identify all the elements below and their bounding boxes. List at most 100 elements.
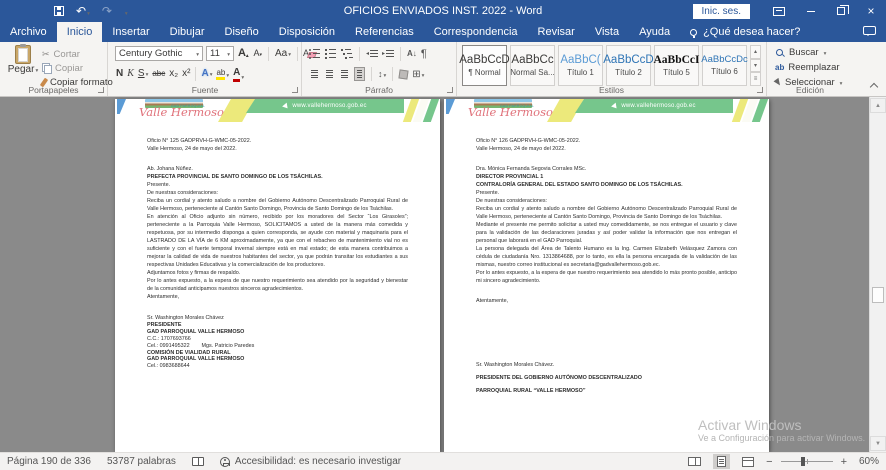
date-line: Valle Hermoso, 24 de mayo del 2022. bbox=[476, 145, 737, 153]
style-titulo-2[interactable]: AaBbCcDTítulo 2 bbox=[606, 45, 651, 86]
styles-scroll-up-icon[interactable]: ▴ bbox=[750, 45, 761, 59]
chevron-down-icon bbox=[145, 69, 149, 79]
font-name-combobox[interactable]: Century Gothic bbox=[115, 46, 203, 61]
tab-insertar[interactable]: Insertar bbox=[102, 22, 159, 42]
style-titulo-1[interactable]: AaBbC(Título 1 bbox=[558, 45, 603, 86]
justify-icon[interactable] bbox=[354, 67, 365, 82]
zoom-out-button[interactable]: − bbox=[766, 456, 772, 468]
styles-more-icon[interactable]: ≡ bbox=[750, 72, 761, 86]
sort-icon[interactable]: A↓ bbox=[407, 49, 417, 58]
minimize-button[interactable] bbox=[796, 0, 826, 22]
ribbon-display-options-button[interactable] bbox=[766, 0, 796, 22]
align-center-icon[interactable] bbox=[324, 68, 335, 81]
scrollbar-thumb[interactable] bbox=[872, 287, 884, 303]
line-spacing-icon[interactable]: ↕ bbox=[378, 69, 386, 79]
bullet-list-icon[interactable] bbox=[309, 49, 321, 59]
dialog-launcher-icon[interactable] bbox=[292, 87, 298, 93]
change-case-button[interactable]: Aa bbox=[274, 49, 292, 59]
style-titulo-6[interactable]: AaBbCcDcTítulo 6 bbox=[702, 45, 747, 86]
shading-icon[interactable] bbox=[399, 69, 409, 79]
tab-vista[interactable]: Vista bbox=[585, 22, 629, 42]
web-layout-button[interactable] bbox=[738, 455, 758, 469]
dialog-launcher-icon[interactable] bbox=[98, 87, 104, 93]
align-left-icon[interactable] bbox=[309, 68, 320, 81]
customize-qat-button[interactable] bbox=[124, 5, 128, 18]
tab-archivo[interactable]: Archivo bbox=[0, 22, 57, 42]
scroll-down-icon[interactable]: ▼ bbox=[870, 436, 886, 451]
close-button[interactable]: × bbox=[856, 0, 886, 22]
signature-block: Sr. Washington Morales Chávez. PRESIDENT… bbox=[476, 359, 737, 398]
cut-button[interactable]: ✂Cortar bbox=[42, 47, 113, 61]
minimize-icon bbox=[807, 11, 815, 12]
tell-me-search[interactable]: ¿Qué desea hacer? bbox=[680, 22, 810, 42]
restore-button[interactable] bbox=[826, 0, 856, 22]
tab-dibujar[interactable]: Dibujar bbox=[160, 22, 215, 42]
bold-button[interactable]: N bbox=[115, 69, 124, 79]
pilcrow-icon[interactable]: ¶ bbox=[421, 48, 427, 60]
redo-button[interactable]: ↷ bbox=[102, 5, 112, 17]
italic-button[interactable]: K bbox=[126, 69, 135, 79]
grow-font-button[interactable]: A bbox=[237, 48, 249, 59]
tab-correspondencia[interactable]: Correspondencia bbox=[424, 22, 528, 42]
zoom-level[interactable]: 60% bbox=[855, 456, 879, 467]
tab-referencias[interactable]: Referencias bbox=[345, 22, 424, 42]
dialog-launcher-icon[interactable] bbox=[757, 87, 763, 93]
increase-indent-icon[interactable]: ▸ bbox=[382, 50, 394, 57]
group-edicion: Buscar abReemplazar Seleccionar Edición bbox=[767, 42, 853, 96]
zoom-in-button[interactable]: + bbox=[841, 456, 847, 468]
copy-button[interactable]: Copiar bbox=[42, 61, 113, 75]
align-right-icon[interactable] bbox=[339, 68, 350, 81]
zoom-slider[interactable] bbox=[781, 461, 833, 462]
strikethrough-button[interactable]: abc bbox=[151, 70, 166, 78]
tab-inicio[interactable]: Inicio bbox=[57, 22, 103, 42]
scroll-up-icon[interactable]: ▲ bbox=[870, 98, 886, 113]
page-2[interactable]: GAD PARROQUIAL Valle Hermoso www.vallehe… bbox=[444, 99, 769, 452]
styles-scroll-down-icon[interactable]: ▾ bbox=[750, 59, 761, 73]
tab-revisar[interactable]: Revisar bbox=[528, 22, 585, 42]
tell-me-label: ¿Qué desea hacer? bbox=[703, 26, 800, 38]
ribbon-tab-strip: Archivo Inicio Insertar Dibujar Diseño D… bbox=[0, 22, 886, 42]
print-layout-button[interactable] bbox=[713, 454, 730, 469]
replace-button[interactable]: abReemplazar bbox=[775, 62, 840, 73]
comments-icon[interactable] bbox=[863, 26, 876, 35]
zoom-slider-thumb[interactable] bbox=[801, 457, 805, 466]
body-paragraph: Por lo antes expuesto, a la espera de qu… bbox=[147, 277, 408, 293]
superscript-button[interactable]: x² bbox=[181, 69, 191, 79]
accessibility-status[interactable]: Accesibilidad: es necesario investigar bbox=[220, 456, 401, 467]
undo-button[interactable]: ↶ bbox=[76, 5, 90, 18]
paste-button[interactable]: Pegar bbox=[7, 45, 39, 75]
signature-line: PRESIDENTE bbox=[147, 322, 408, 329]
borders-icon[interactable]: ⊞ bbox=[412, 69, 424, 80]
find-button[interactable]: Buscar bbox=[775, 47, 826, 58]
vertical-scrollbar[interactable]: ▲ ▼ bbox=[869, 97, 886, 452]
signature-line: Cel.: 0991495322 Mgs. Patricio Paredes bbox=[147, 343, 408, 350]
font-color-button[interactable]: A bbox=[232, 67, 245, 82]
save-button[interactable] bbox=[54, 6, 64, 16]
sign-in-button[interactable]: Inic. ses. bbox=[693, 4, 750, 19]
tab-disposicion[interactable]: Disposición bbox=[269, 22, 345, 42]
decrease-indent-icon[interactable]: ◂ bbox=[366, 50, 378, 57]
numbered-list-icon[interactable] bbox=[325, 49, 337, 59]
style-titulo-5[interactable]: AaBbCcITítulo 5 bbox=[654, 45, 699, 86]
body-paragraph: Por lo antes expuesto, a la espera de qu… bbox=[476, 269, 737, 285]
underline-button[interactable]: S bbox=[137, 69, 149, 79]
tab-diseno[interactable]: Diseño bbox=[215, 22, 269, 42]
style-normal-sangria[interactable]: AaBbCcNormal Sa... bbox=[510, 45, 555, 86]
proofing-button[interactable] bbox=[192, 457, 204, 466]
page-1[interactable]: GAD PARROQUIAL Valle Hermoso www.vallehe… bbox=[115, 99, 440, 452]
page-indicator[interactable]: Página 190 de 336 bbox=[7, 456, 91, 467]
text-effects-button[interactable]: A bbox=[200, 69, 213, 79]
logo-script-text: Valle Hermoso bbox=[139, 105, 224, 119]
subscript-button[interactable]: x₂ bbox=[168, 69, 179, 79]
document-canvas[interactable]: GAD PARROQUIAL Valle Hermoso www.vallehe… bbox=[0, 97, 886, 452]
style-normal[interactable]: AaBbCcD¶ Normal bbox=[462, 45, 507, 86]
font-size-combobox[interactable]: 11 bbox=[206, 46, 234, 61]
multilevel-list-icon[interactable] bbox=[341, 49, 353, 59]
dialog-launcher-icon[interactable] bbox=[447, 87, 453, 93]
tab-ayuda[interactable]: Ayuda bbox=[629, 22, 680, 42]
collapse-ribbon-icon[interactable] bbox=[870, 83, 878, 91]
word-count[interactable]: 53787 palabras bbox=[107, 456, 176, 467]
read-mode-button[interactable] bbox=[684, 455, 705, 468]
shrink-font-button[interactable]: A bbox=[252, 49, 263, 58]
highlight-color-button[interactable]: ab bbox=[215, 68, 230, 81]
